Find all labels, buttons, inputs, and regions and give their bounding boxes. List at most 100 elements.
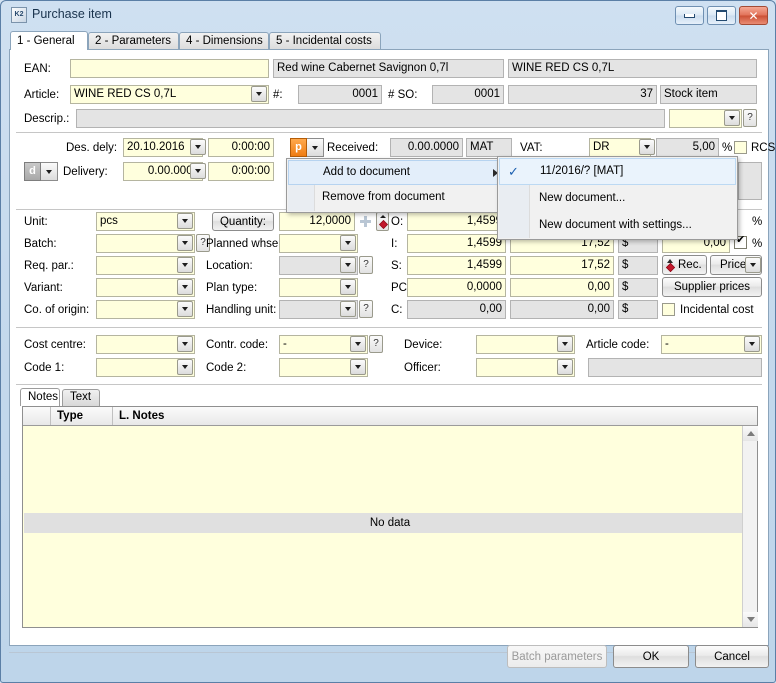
device-dropdown-icon[interactable] — [557, 336, 573, 352]
price-row-currency-2: $ — [618, 256, 658, 275]
menu-item-add-to-document[interactable]: Add to document — [288, 160, 503, 185]
menu-item-remove-from-document-label: Remove from document — [322, 191, 445, 203]
maximize-button[interactable] — [707, 6, 736, 25]
req-par-dropdown-icon[interactable] — [177, 257, 193, 273]
delivery-date-dropdown-icon[interactable] — [190, 163, 206, 179]
stock-item-field: Stock item — [660, 85, 757, 104]
cost-centre-dropdown-icon[interactable] — [177, 336, 193, 352]
window-controls: ✕ — [675, 6, 768, 26]
batch-parameters-button[interactable]: Batch parameters — [507, 645, 607, 668]
prices-dropdown-icon[interactable] — [745, 257, 761, 273]
notes-tab-text[interactable]: Text — [62, 389, 100, 406]
delivery-time-input[interactable]: 0:00:00 — [208, 162, 274, 181]
plan-type-dropdown-icon[interactable] — [340, 279, 356, 295]
menu-item-remove-from-document[interactable]: Remove from document — [288, 185, 503, 210]
tab-dimensions[interactable]: 4 - Dimensions — [179, 32, 269, 49]
tab-general[interactable]: 1 - General — [10, 31, 88, 50]
received-mode-chevron-down-icon[interactable] — [307, 138, 324, 157]
title-bar: K2 Purchase item ✕ — [2, 2, 774, 28]
so-number-field: 37 — [508, 85, 657, 104]
price-row-total-2[interactable]: 17,52 — [510, 256, 614, 275]
batch-dropdown-icon[interactable] — [177, 235, 193, 251]
co-origin-dropdown-icon[interactable] — [177, 301, 193, 317]
submenu-item-new-document[interactable]: New document... — [499, 185, 736, 212]
quantity-input[interactable]: 12,0000 — [279, 212, 355, 231]
supplier-prices-button[interactable]: Supplier prices — [662, 277, 762, 297]
received-mode-glyph: p — [290, 138, 307, 157]
quantity-spinner[interactable] — [376, 212, 389, 231]
article-code-label: Article code: — [586, 338, 649, 353]
contr-code-help-icon[interactable]: ? — [369, 335, 383, 353]
notes-grid-scrollbar[interactable] — [742, 426, 757, 627]
notes-column-type[interactable]: Type — [51, 407, 113, 425]
received-mode-splitbutton[interactable]: p — [290, 138, 324, 157]
cancel-button[interactable]: Cancel — [695, 645, 769, 668]
delivery-side-field — [738, 162, 762, 200]
price-row-unit-3[interactable]: 0,0000 — [407, 278, 506, 297]
vat-dropdown-icon[interactable] — [639, 139, 655, 155]
notes-grid-header: Type L. Notes — [23, 407, 757, 426]
planned-whse-dropdown-icon[interactable] — [340, 235, 356, 251]
price-row-total-3[interactable]: 0,00 — [510, 278, 614, 297]
code2-dropdown-icon[interactable] — [350, 359, 366, 375]
so-label: # SO: — [388, 88, 417, 103]
rec-diamond-icon — [666, 259, 674, 271]
price-row-unit-2[interactable]: 1,4599 — [407, 256, 506, 275]
des-dely-time-input[interactable]: 0:00:00 — [208, 138, 274, 157]
price-row-code-4: C: — [391, 303, 403, 318]
scroll-up-icon[interactable] — [743, 426, 758, 441]
vat-label: VAT: — [520, 141, 543, 156]
purchase-item-window: K2 Purchase item ✕ 1 - General 2 - Param… — [0, 0, 776, 683]
location-help-icon[interactable]: ? — [359, 256, 373, 274]
tab-parameters[interactable]: 2 - Parameters — [88, 32, 179, 49]
location-dropdown-icon[interactable] — [340, 257, 356, 273]
price-row-code-2: S: — [391, 259, 402, 274]
delivery-mode-glyph: d — [24, 162, 41, 181]
received-label: Received: — [327, 141, 378, 156]
article-input[interactable]: WINE RED CS 0,7L — [70, 85, 269, 104]
rcs-checkbox[interactable] — [734, 141, 747, 154]
close-button[interactable]: ✕ — [739, 6, 768, 25]
minimize-button[interactable] — [675, 6, 704, 25]
add-icon[interactable] — [360, 216, 371, 227]
price-row-code-1: I: — [391, 237, 397, 252]
received-unit-field: MAT — [466, 138, 512, 157]
rec-button[interactable]: Rec. — [662, 255, 707, 275]
price-row-unit-0[interactable]: 1,4599 — [407, 212, 506, 231]
price-row-unit-1[interactable]: 1,4599 — [407, 234, 506, 253]
quantity-button[interactable]: Quantity: — [212, 212, 274, 231]
submenu-item-new-document-settings-label: New document with settings... — [539, 219, 692, 231]
notes-column-lnotes[interactable]: L. Notes — [113, 407, 742, 425]
delivery-label: Delivery: — [63, 165, 108, 180]
delivery-mode-chevron-down-icon[interactable] — [41, 162, 58, 181]
officer-dropdown-icon[interactable] — [557, 359, 573, 375]
vat-percent-field: 5,00 — [656, 138, 719, 157]
article-code-dropdown-icon[interactable] — [744, 336, 760, 352]
handling-unit-help-icon[interactable]: ? — [359, 300, 373, 318]
notes-grid-empty-text: No data — [24, 513, 756, 533]
ean-input[interactable] — [70, 59, 269, 78]
submenu-item-document-11-2016[interactable]: ✓ 11/2016/? [MAT] — [499, 158, 736, 185]
tab-incidental-costs[interactable]: 5 - Incidental costs — [269, 32, 381, 49]
des-dely-date-dropdown-icon[interactable] — [190, 139, 206, 155]
notes-tab-notes[interactable]: Notes — [20, 388, 60, 406]
scroll-down-icon[interactable] — [743, 612, 758, 627]
descrip-help-icon[interactable]: ? — [743, 109, 757, 127]
location-label: Location: — [206, 259, 253, 274]
notes-column-0[interactable] — [23, 407, 51, 425]
variant-dropdown-icon[interactable] — [177, 279, 193, 295]
context-menu: Add to document Remove from document — [286, 158, 505, 213]
unit-dropdown-icon[interactable] — [177, 213, 193, 229]
contr-code-dropdown-icon[interactable] — [350, 336, 366, 352]
submenu-item-new-document-with-settings[interactable]: New document with settings... — [499, 212, 736, 239]
code2-label: Code 2: — [206, 361, 246, 376]
officer-aux-field — [588, 358, 762, 377]
article-dropdown-icon[interactable] — [251, 86, 267, 102]
delivery-mode-splitbutton[interactable]: d — [24, 162, 58, 181]
descrip-dropdown-icon[interactable] — [724, 110, 740, 126]
rec-button-label: Rec. — [678, 259, 702, 271]
incidental-cost-checkbox[interactable] — [662, 303, 675, 316]
handling-unit-dropdown-icon[interactable] — [340, 301, 356, 317]
ok-button[interactable]: OK — [613, 645, 689, 668]
code1-dropdown-icon[interactable] — [177, 359, 193, 375]
